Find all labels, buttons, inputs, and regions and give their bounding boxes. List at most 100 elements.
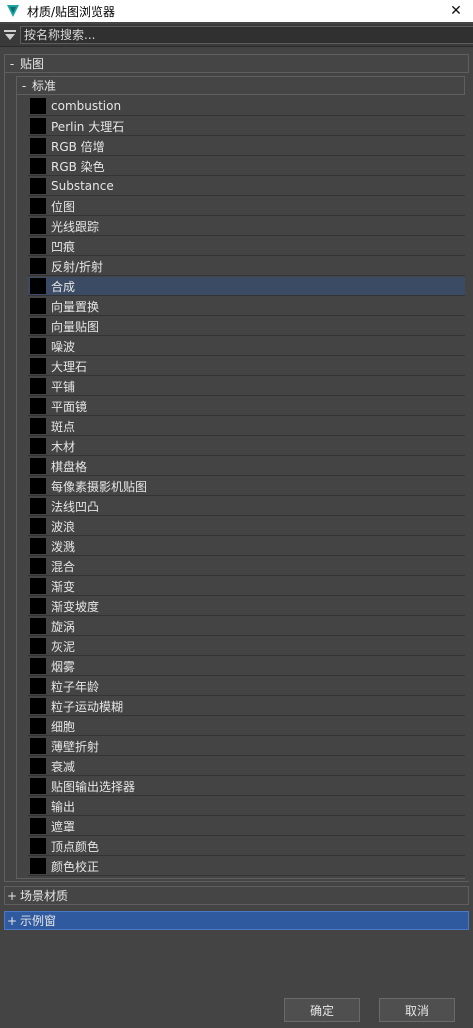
group-maps-label: 贴图: [20, 57, 45, 71]
list-item[interactable]: 向量贴图: [28, 317, 465, 336]
list-item[interactable]: 衰减: [28, 757, 465, 776]
group-standard-label: 标准: [32, 79, 57, 93]
list-item[interactable]: 混合: [28, 557, 465, 576]
collapse-icon: -: [21, 78, 27, 93]
group-standard[interactable]: - 标准: [16, 76, 465, 95]
list-item[interactable]: Substance: [28, 177, 465, 196]
map-thumbnail-icon: [30, 278, 46, 294]
list-item[interactable]: Perlin 大理石: [28, 117, 465, 136]
list-item-label: 棋盘格: [51, 459, 88, 474]
list-item[interactable]: 大理石: [28, 357, 465, 376]
list-item-label: 粒子运动模糊: [51, 699, 124, 714]
list-item[interactable]: 法线凹凸: [28, 497, 465, 516]
list-item-label: 遮罩: [51, 819, 76, 834]
map-thumbnail-icon: [30, 758, 46, 774]
list-item[interactable]: 光线跟踪: [28, 217, 465, 236]
list-item[interactable]: 颜色校正: [28, 857, 465, 876]
list-item-label: 混合: [51, 559, 76, 574]
map-thumbnail-icon: [30, 478, 46, 494]
list-item[interactable]: 位图: [28, 197, 465, 216]
list-item-label: Substance: [51, 179, 114, 193]
list-item[interactable]: 灰泥: [28, 637, 465, 656]
map-thumbnail-icon: [30, 438, 46, 454]
ok-button[interactable]: 确定: [284, 998, 360, 1022]
map-thumbnail-icon: [30, 498, 46, 514]
list-item[interactable]: 波浪: [28, 517, 465, 536]
list-item-label: combustion: [51, 99, 122, 113]
close-button[interactable]: ✕: [439, 0, 473, 22]
list-item[interactable]: 木材: [28, 437, 465, 456]
list-item[interactable]: 平面镜: [28, 397, 465, 416]
list-item[interactable]: 顶点颜色: [28, 837, 465, 856]
map-thumbnail-icon: [30, 858, 46, 874]
list-item[interactable]: 粒子运动模糊: [28, 697, 465, 716]
group-maps[interactable]: - 贴图: [4, 54, 469, 73]
close-icon: ✕: [450, 3, 462, 19]
list-item[interactable]: 薄壁折射: [28, 737, 465, 756]
list-item[interactable]: 每像素摄影机贴图: [28, 477, 465, 496]
list-item-label: 顶点颜色: [51, 839, 100, 854]
list-item[interactable]: 贴图输出选择器: [28, 777, 465, 796]
list-item-label: 波浪: [51, 519, 76, 534]
list-item[interactable]: 输出: [28, 797, 465, 816]
browser-panel: - 贴图 - 标准 combustion Perlin 大理石 RGB 倍增 RGB …: [2, 52, 471, 987]
list-item[interactable]: RGB 倍增: [28, 137, 465, 156]
map-thumbnail-icon: [30, 418, 46, 434]
expand-icon: +: [6, 888, 18, 903]
list-item[interactable]: 斑点: [28, 417, 465, 436]
list-item[interactable]: 向量置换: [28, 297, 465, 316]
list-item-label: 颜色校正: [51, 859, 100, 874]
list-item[interactable]: 渐变坡度: [28, 597, 465, 616]
list-item[interactable]: 噪波: [28, 337, 465, 356]
list-item[interactable]: 反射/折射: [28, 257, 465, 276]
title-bar: 材质/贴图浏览器 ✕: [0, 0, 473, 22]
group-sample-slots[interactable]: + 示例窗: [4, 911, 469, 930]
list-item-label: 旋涡: [51, 619, 76, 634]
list-item-label: 噪波: [51, 339, 76, 354]
list-item[interactable]: 平铺: [28, 377, 465, 396]
map-thumbnail-icon: [30, 838, 46, 854]
list-item[interactable]: 渐变: [28, 577, 465, 596]
list-item[interactable]: 烟雾: [28, 657, 465, 676]
map-thumbnail-icon: [30, 718, 46, 734]
map-thumbnail-icon: [30, 738, 46, 754]
list-item-label: 每像素摄影机贴图: [51, 479, 148, 494]
map-thumbnail-icon: [30, 538, 46, 554]
map-thumbnail-icon: [30, 658, 46, 674]
list-item[interactable]: 细胞: [28, 717, 465, 736]
map-thumbnail-icon: [30, 218, 46, 234]
list-item-label: 粒子年龄: [51, 679, 100, 694]
map-thumbnail-icon: [30, 798, 46, 814]
list-item[interactable]: 旋涡: [28, 617, 465, 636]
list-item-label: 渐变: [51, 579, 76, 594]
window-title: 材质/贴图浏览器: [27, 4, 116, 19]
map-thumbnail-icon: [30, 458, 46, 474]
search-input[interactable]: [20, 26, 473, 44]
cancel-button[interactable]: 取消: [379, 998, 455, 1022]
map-thumbnail-icon: [30, 298, 46, 314]
list-item-label: 光线跟踪: [51, 219, 100, 234]
list-item[interactable]: 凹痕: [28, 237, 465, 256]
group-scene-materials[interactable]: + 场景材质: [4, 886, 469, 905]
map-thumbnail-icon: [30, 338, 46, 354]
list-item-label: 斑点: [51, 419, 76, 434]
list-item[interactable]: combustion: [28, 97, 465, 116]
list-item[interactable]: RGB 染色: [28, 157, 465, 176]
list-item[interactable]: 棋盘格: [28, 457, 465, 476]
list-item-label: 合成: [51, 279, 76, 294]
map-thumbnail-icon: [30, 818, 46, 834]
list-item[interactable]: 粒子年龄: [28, 677, 465, 696]
map-thumbnail-icon: [30, 698, 46, 714]
dropdown-menu-icon[interactable]: [2, 27, 18, 43]
list-item[interactable]: 遮罩: [28, 817, 465, 836]
map-thumbnail-icon: [30, 678, 46, 694]
map-thumbnail-icon: [30, 318, 46, 334]
list-item[interactable]: 泼溅: [28, 537, 465, 556]
list-item-label: 薄壁折射: [51, 739, 100, 754]
map-thumbnail-icon: [30, 638, 46, 654]
list-item-label: 位图: [51, 199, 76, 214]
list-item-label: 平铺: [51, 379, 76, 394]
list-item-label: 输出: [51, 799, 76, 814]
list-item[interactable]: 合成: [28, 277, 465, 296]
list-item-label: 细胞: [51, 719, 76, 734]
